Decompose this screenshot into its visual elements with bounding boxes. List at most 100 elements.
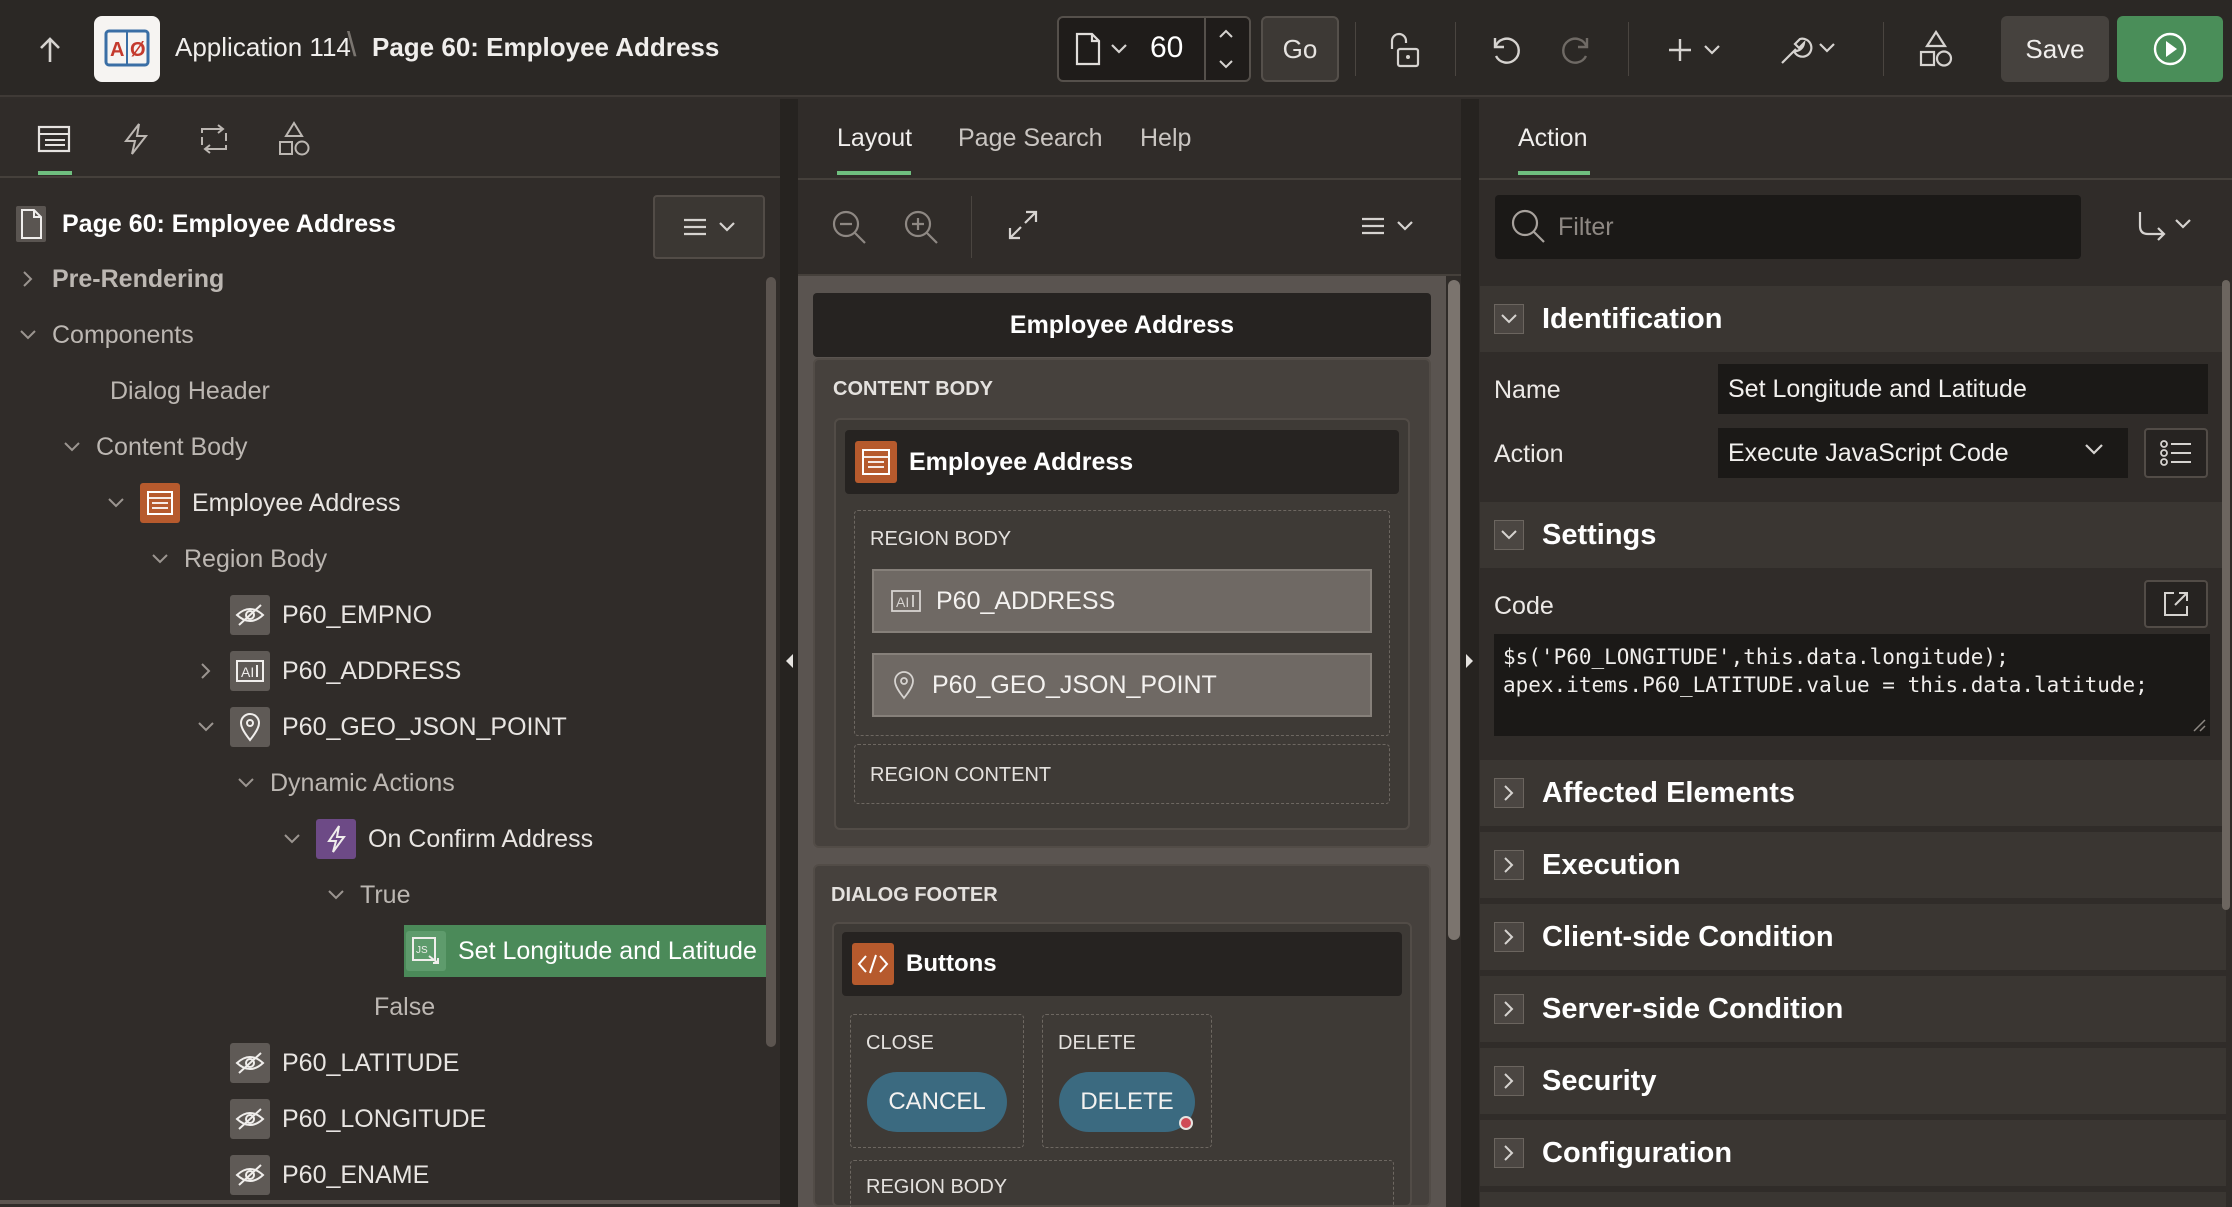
chevron-right-icon[interactable] (1494, 1138, 1524, 1168)
chevron-down-icon[interactable] (14, 329, 42, 341)
save-button[interactable]: Save (2001, 16, 2109, 82)
chevron-down-icon[interactable] (1494, 304, 1524, 334)
chevron-right-icon[interactable] (1494, 994, 1524, 1024)
tree-node-p60-geo-json-point[interactable]: P60_GEO_JSON_POINT (192, 700, 567, 754)
collapse-right-icon[interactable] (1464, 651, 1476, 671)
chevron-right-icon[interactable] (1494, 922, 1524, 952)
tree-node-content-body[interactable]: Content Body (58, 420, 248, 474)
go-button[interactable]: Go (1261, 16, 1339, 82)
tree-node-p60-longitude[interactable]: P60_LONGITUDE (192, 1092, 486, 1146)
shared-components-tab-icon[interactable] (272, 117, 316, 161)
property-editor-scrollbar[interactable] (2222, 280, 2230, 910)
region-header[interactable]: Employee Address (845, 430, 1399, 494)
layout-menu-button[interactable] (1360, 214, 1420, 242)
section-settings[interactable]: Settings (1480, 502, 2226, 568)
tree-node-dynamic-actions[interactable]: Dynamic Actions (232, 756, 455, 810)
tree-menu-button[interactable] (653, 195, 765, 259)
section-client-side-condition[interactable]: Client-side Condition (1480, 904, 2226, 970)
tab-page-search[interactable]: Page Search (958, 124, 1103, 153)
tree-node-set-longitude-latitude[interactable]: JS Set Longitude and Latitude (368, 924, 757, 978)
left-scrollbar[interactable] (766, 277, 776, 1047)
play-icon (2153, 32, 2187, 66)
tree-node-p60-address[interactable]: AI P60_ADDRESS (192, 644, 461, 698)
up-arrow-icon[interactable] (30, 30, 70, 70)
chevron-down-icon[interactable] (58, 441, 86, 453)
chevron-right-icon[interactable] (1494, 1066, 1524, 1096)
delete-button[interactable]: DELETE (1059, 1072, 1195, 1132)
chevron-right-icon[interactable] (14, 270, 42, 288)
item-p60-address[interactable]: AI P60_ADDRESS (872, 569, 1372, 633)
chevron-down-icon[interactable] (2084, 443, 2106, 459)
chevron-down-icon[interactable] (1494, 520, 1524, 550)
svg-text:AI: AI (896, 594, 909, 610)
section-server-side-condition[interactable]: Server-side Condition (1480, 976, 2226, 1042)
app-icon[interactable]: A Ø (94, 16, 160, 82)
rendering-tab-icon[interactable] (32, 117, 76, 161)
section-configuration[interactable]: Configuration (1480, 1120, 2226, 1186)
code-line-2: apex.items.P60_LATITUDE.value = this.dat… (1503, 673, 2148, 697)
zoom-out-icon[interactable] (830, 208, 868, 246)
dialog-title-bar[interactable]: Employee Address (813, 293, 1431, 357)
increment-icon[interactable] (1212, 22, 1240, 46)
layout-scrollbar[interactable] (1448, 280, 1460, 940)
expand-icon[interactable] (1006, 208, 1042, 244)
cancel-button[interactable]: CANCEL (867, 1072, 1007, 1132)
resize-handle-icon[interactable] (2192, 718, 2206, 732)
unlock-icon[interactable] (1383, 28, 1427, 72)
tree-node-region-body[interactable]: Region Body (146, 532, 327, 586)
chevron-right-icon[interactable] (1494, 778, 1524, 808)
toolbar-divider (1883, 22, 1884, 76)
tree-root-page[interactable]: Page 60: Employee Address (62, 210, 396, 239)
tree-node-false[interactable]: False (336, 980, 435, 1034)
section-affected-elements[interactable]: Affected Elements (1480, 760, 2226, 826)
chevron-down-icon[interactable] (278, 833, 306, 845)
tab-action[interactable]: Action (1518, 124, 1587, 153)
tree-node-p60-latitude[interactable]: P60_LATITUDE (192, 1036, 459, 1090)
action-select-value: Execute JavaScript Code (1728, 438, 2009, 467)
app-name-breadcrumb[interactable]: Application 114 (175, 32, 351, 63)
chevron-down-icon[interactable] (232, 777, 260, 789)
action-list-button[interactable] (2144, 428, 2208, 478)
go-to-group-menu[interactable] (2134, 208, 2198, 244)
section-security[interactable]: Security (1480, 1048, 2226, 1114)
tree-node-true[interactable]: True (322, 868, 410, 922)
section-execution[interactable]: Execution (1480, 832, 2226, 898)
tab-help[interactable]: Help (1140, 124, 1191, 153)
dynamic-actions-tab-icon[interactable] (114, 117, 158, 161)
tree-node-on-confirm-address[interactable]: On Confirm Address (278, 812, 593, 866)
tree-node-label: On Confirm Address (368, 824, 594, 853)
page-number-input[interactable]: 60 (1150, 31, 1183, 65)
redo-icon[interactable] (1555, 28, 1599, 72)
section-identification[interactable]: Identification (1480, 286, 2226, 352)
tree-node-components[interactable]: Components (14, 308, 194, 362)
chevron-down-icon[interactable] (322, 889, 350, 901)
collapse-left-icon[interactable] (783, 651, 795, 671)
utilities-wrench-icon[interactable] (1776, 26, 1844, 72)
filter-placeholder: Filter (1558, 213, 1614, 241)
chevron-down-icon[interactable] (192, 721, 220, 733)
tree-node-pre-rendering[interactable]: Pre-Rendering (14, 252, 224, 306)
tree-node-employee-address-region[interactable]: Employee Address (102, 476, 400, 530)
run-page-button[interactable] (2117, 16, 2223, 82)
chevron-right-icon[interactable] (1494, 850, 1524, 880)
decrement-icon[interactable] (1212, 52, 1240, 76)
zoom-in-icon[interactable] (902, 208, 940, 246)
region-header[interactable]: Buttons (842, 932, 1402, 996)
name-input[interactable]: Set Longitude and Latitude (1718, 364, 2208, 414)
tree-node-p60-ename[interactable]: P60_ENAME (192, 1148, 429, 1202)
tree-node-p60-empno[interactable]: P60_EMPNO (192, 588, 432, 642)
tree-node-dialog-header[interactable]: Dialog Header (72, 364, 270, 418)
tab-layout[interactable]: Layout (837, 124, 912, 153)
processing-tab-icon[interactable] (192, 117, 236, 161)
chevron-right-icon[interactable] (192, 662, 220, 680)
create-menu-button[interactable] (1665, 28, 1731, 72)
undo-icon[interactable] (1483, 28, 1527, 72)
item-p60-geo-json-point[interactable]: P60_GEO_JSON_POINT (872, 653, 1372, 717)
action-select[interactable]: Execute JavaScript Code (1718, 428, 2128, 478)
shared-components-icon[interactable] (1913, 26, 1959, 72)
chevron-down-icon[interactable] (102, 497, 130, 509)
expand-code-editor-button[interactable] (2144, 580, 2208, 628)
chevron-down-icon[interactable] (146, 553, 174, 565)
left-horizontal-scrollbar[interactable] (0, 1200, 780, 1204)
chevron-down-icon[interactable] (1108, 38, 1130, 60)
